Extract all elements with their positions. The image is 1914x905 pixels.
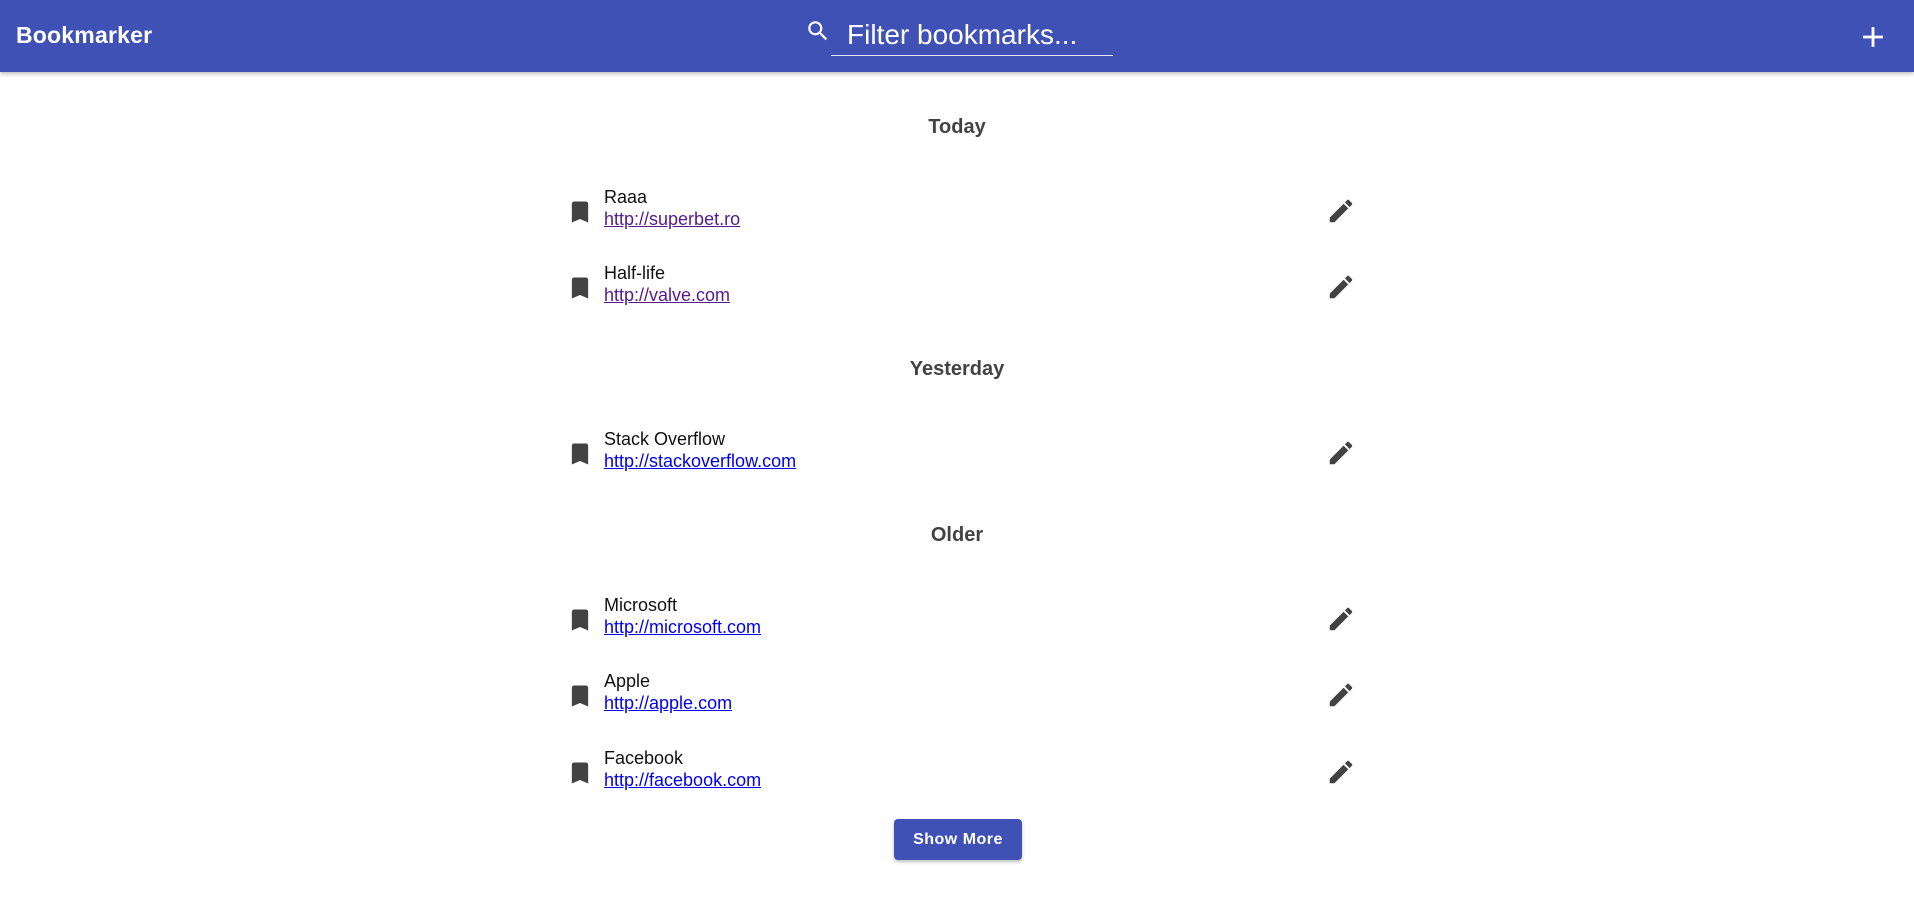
bookmark-name: Apple [604, 671, 651, 691]
bookmark-name: Half-life [604, 263, 666, 283]
list-item: Raaa http://superbet.ro [556, 186, 1356, 246]
list-item: Stack Overflow http://stackoverflow.com [556, 428, 1356, 488]
bookmark-link[interactable]: http://facebook.com [604, 769, 761, 791]
top-toolbar: Bookmarker [0, 0, 1914, 72]
list-item: Half-life http://valve.com [556, 262, 1356, 322]
bookmark-icon [571, 201, 589, 223]
bookmark-text: Stack Overflow http://stackoverflow.com [604, 428, 796, 472]
bookmark-text: Facebook http://facebook.com [604, 747, 761, 791]
bookmark-link[interactable]: http://valve.com [604, 284, 730, 306]
list-item: Apple http://apple.com [556, 670, 1356, 730]
edit-icon[interactable] [1326, 272, 1356, 302]
group-title-today: Today [928, 116, 986, 138]
add-bookmark-button[interactable] [1856, 20, 1890, 54]
search-input[interactable] [831, 14, 1113, 56]
bookmark-text: Apple http://apple.com [604, 670, 732, 714]
list-item: Microsoft http://microsoft.com [556, 594, 1356, 654]
bookmark-name: Stack Overflow [604, 429, 726, 449]
bookmark-link[interactable]: http://stackoverflow.com [604, 450, 796, 472]
search-icon [808, 21, 828, 41]
bookmark-link[interactable]: http://superbet.ro [604, 208, 740, 230]
bookmark-icon [571, 277, 589, 299]
bookmark-name: Raaa [604, 187, 648, 207]
bookmark-name: Facebook [604, 748, 684, 768]
bookmark-name: Microsoft [604, 595, 678, 615]
bookmark-text: Microsoft http://microsoft.com [604, 594, 761, 638]
bookmark-icon [571, 762, 589, 784]
bookmark-icon [571, 609, 589, 631]
edit-icon[interactable] [1326, 757, 1356, 787]
bookmark-text: Half-life http://valve.com [604, 262, 730, 306]
edit-icon[interactable] [1326, 196, 1356, 226]
bookmark-icon [571, 685, 589, 707]
bookmark-link[interactable]: http://microsoft.com [604, 616, 761, 638]
edit-icon[interactable] [1326, 604, 1356, 634]
group-title-older: Older [930, 524, 984, 546]
list-item: Facebook http://facebook.com [556, 747, 1356, 807]
search-bar [805, 14, 1115, 58]
group-title-yesterday: Yesterday [909, 358, 1005, 380]
edit-icon[interactable] [1326, 680, 1356, 710]
app-title: Bookmarker [16, 22, 153, 48]
show-more-button[interactable]: Show More [894, 819, 1022, 860]
bookmark-text: Raaa http://superbet.ro [604, 186, 740, 230]
edit-icon[interactable] [1326, 438, 1356, 468]
bookmark-link[interactable]: http://apple.com [604, 692, 732, 714]
bookmark-icon [571, 443, 589, 465]
